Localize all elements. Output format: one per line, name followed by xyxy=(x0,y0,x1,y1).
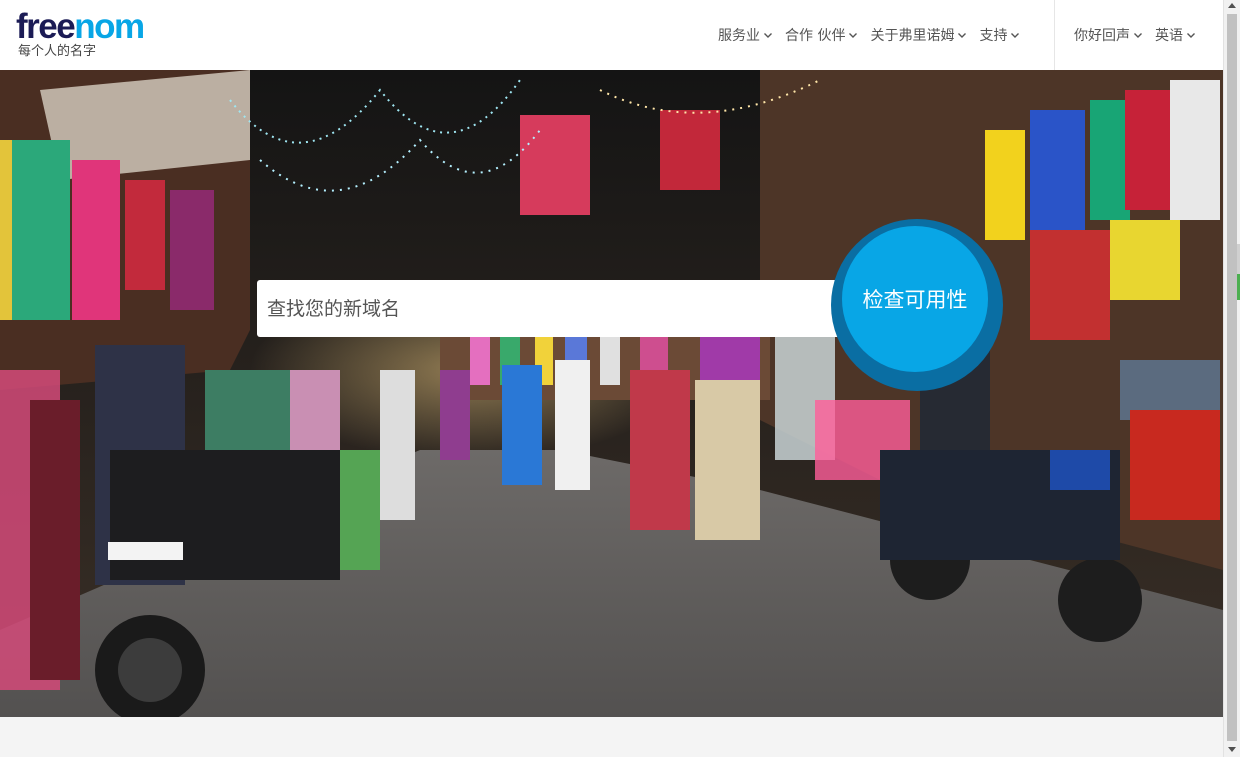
nav-item-label: 英语 xyxy=(1155,28,1183,44)
logo-part-nom: nom xyxy=(74,7,145,46)
logo-wordmark: freenom xyxy=(16,7,145,46)
nav-item-label: 支持 xyxy=(979,28,1008,44)
logo[interactable]: freenom 每个人的名字 xyxy=(16,7,145,60)
nav-item-label: 你好回声 xyxy=(1074,28,1130,44)
page: freenom 每个人的名字 服务业 合作 伙伴 关于弗里诺姆 支持 你好回声 … xyxy=(0,0,1223,757)
nav-item-support[interactable]: 支持 xyxy=(973,0,1026,70)
hero-banner: 检查可用性 xyxy=(0,70,1223,717)
check-availability-button[interactable]: 检查可用性 xyxy=(831,219,1003,391)
check-availability-label: 检查可用性 xyxy=(862,288,968,312)
chevron-down-icon xyxy=(764,33,772,38)
scrollbar-thumb[interactable] xyxy=(1227,14,1237,741)
logo-part-free: free xyxy=(16,7,76,46)
check-availability-button-face: 检查可用性 xyxy=(842,226,988,372)
chevron-down-icon xyxy=(1134,33,1142,38)
chevron-down-icon xyxy=(1187,33,1195,38)
chevron-down-icon xyxy=(849,33,858,38)
main-nav: 服务业 合作 伙伴 关于弗里诺姆 支持 xyxy=(712,0,1026,70)
nav-item-account[interactable]: 你好回声 xyxy=(1068,0,1149,70)
chevron-down-icon xyxy=(958,33,967,38)
domain-search-box xyxy=(257,280,857,337)
page-scrollbar[interactable] xyxy=(1223,0,1240,757)
nav-item-label: 关于弗里诺姆 xyxy=(870,28,955,44)
nav-divider xyxy=(1054,0,1055,70)
account-nav: 你好回声 英语 xyxy=(1068,0,1202,70)
nav-item-services[interactable]: 服务业 xyxy=(712,0,779,70)
market-street-background-image xyxy=(0,70,1223,717)
scroll-down-icon[interactable] xyxy=(1228,747,1236,752)
chevron-down-icon xyxy=(1011,33,1020,38)
nav-item-partners[interactable]: 合作 伙伴 xyxy=(779,0,864,70)
nav-item-label: 服务业 xyxy=(718,28,760,44)
domain-search-input[interactable] xyxy=(267,297,827,320)
nav-item-language[interactable]: 英语 xyxy=(1149,0,1202,70)
nav-item-about[interactable]: 关于弗里诺姆 xyxy=(864,0,973,70)
content-section-top xyxy=(0,717,1223,757)
logo-tagline: 每个人的名字 xyxy=(18,44,97,59)
site-header: freenom 每个人的名字 服务业 合作 伙伴 关于弗里诺姆 支持 你好回声 … xyxy=(0,0,1223,70)
scroll-up-icon[interactable] xyxy=(1228,3,1236,8)
nav-item-label: 合作 伙伴 xyxy=(785,28,846,44)
